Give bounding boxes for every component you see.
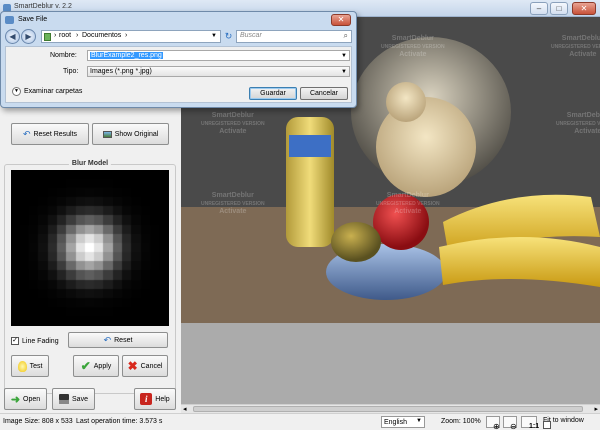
dialog-title-bar: Save File ✕ (1, 12, 356, 28)
minimize-button[interactable]: ‒ (530, 2, 548, 15)
search-input[interactable]: Buscar ⌕ (236, 30, 352, 43)
back-button[interactable]: ◀ (5, 29, 20, 44)
breadcrumb-root[interactable]: root (59, 32, 71, 39)
breadcrumb-sep-icon: › (54, 32, 57, 39)
lightbulb-icon (17, 360, 27, 372)
scrollbar-thumb[interactable] (193, 406, 583, 412)
undo-icon: ↶ (103, 334, 112, 345)
watermark-line1: SmartDeblur (391, 35, 434, 42)
test-button[interactable]: Test (11, 355, 49, 377)
help-button[interactable]: i Help (134, 388, 176, 410)
image-icon (102, 130, 112, 138)
browse-folders-toggle[interactable]: ▼ Examinar carpetas (12, 87, 82, 96)
address-dropdown-icon[interactable]: ▼ (211, 33, 217, 39)
zoom-1to1-button[interactable]: 1:1 (521, 416, 540, 430)
close-button[interactable]: ✕ (572, 2, 596, 15)
watermark: SmartDeblur UNREGISTERED VERSION Activat… (381, 35, 445, 59)
blur-model-canvas[interactable] (11, 170, 169, 326)
dialog-title: Save File (18, 16, 48, 23)
watermark: SmartDeblur UNREGISTERED VERSION Activat… (201, 192, 265, 215)
search-icon: ⌕ (343, 31, 348, 40)
save-label: Save (72, 395, 88, 403)
type-label: Tipo: (63, 68, 79, 75)
magnifier-plus-icon: ⊕ (493, 422, 500, 430)
save-button[interactable]: Save (52, 388, 95, 410)
cancel-dialog-button[interactable]: Cancelar (300, 87, 348, 100)
blur-model-title: Blur Model (68, 160, 112, 167)
show-original-button[interactable]: Show Original (92, 123, 169, 145)
watermark-line2: UNREGISTERED VERSION (381, 44, 445, 50)
floppy-disk-icon (59, 394, 70, 404)
chevron-down-icon: ▼ (341, 69, 347, 75)
checkmark-icon: ✔ (80, 359, 91, 373)
refresh-button[interactable]: ↻ (223, 30, 234, 43)
zoom-1to1-label: 1:1 (529, 423, 540, 430)
forward-button[interactable]: ▶ (21, 29, 36, 44)
image-size-text: Image Size: 808 x 533 (3, 418, 73, 425)
open-label: Open (23, 395, 41, 403)
save-dialog-button[interactable]: Guardar (249, 87, 297, 100)
status-bar: Image Size: 808 x 533 Last operation tim… (0, 413, 600, 430)
line-fading-checkbox[interactable]: ✓ Line Fading (11, 337, 59, 345)
test-label: Test (29, 362, 43, 370)
watermark: SmartDeblur UNREGISTERED VERSION Activat… (551, 35, 600, 58)
horizontal-scrollbar[interactable]: ◂ ▸ (181, 404, 600, 413)
dialog-body: Nombre: BlurExample2_res.png ▼ Tipo: Ima… (5, 46, 352, 103)
reset-results-button[interactable]: ↶ Reset Results (11, 123, 89, 145)
cancel-label: Cancel (140, 362, 163, 370)
watermark: SmartDeblur UNREGISTERED VERSION Activat… (201, 112, 265, 135)
last-operation-text: Last operation time: 3.573 s (76, 418, 163, 425)
name-label: Nombre: (50, 52, 77, 59)
folder-icon (44, 33, 51, 41)
checkbox-unchecked-icon (543, 421, 551, 429)
open-button[interactable]: ➜ Open (4, 388, 47, 410)
apply-button[interactable]: ✔ Apply (73, 355, 119, 377)
filename-field[interactable]: BlurExample2_res.png ▼ (87, 50, 350, 61)
zoom-out-button[interactable]: ⊖ (503, 416, 517, 430)
save-file-dialog: Save File ✕ ◀ ▶ › root › Documentos › ▼ … (0, 11, 357, 108)
cancel-model-button[interactable]: ✖ Cancel (122, 355, 168, 377)
watermark: SmartDeblur UNREGISTERED VERSION Activat… (556, 112, 600, 135)
undo-icon: ↶ (22, 128, 31, 139)
cancel-dialog-label: Cancelar (309, 90, 338, 97)
chevron-down-icon: ▼ (416, 418, 422, 424)
zoom-in-button[interactable]: ⊕ (486, 416, 500, 430)
browse-folders-label: Examinar carpetas (24, 88, 83, 95)
cross-icon: ✖ (127, 359, 138, 373)
language-select[interactable]: English ▼ (381, 416, 425, 428)
chevron-down-icon[interactable]: ▼ (341, 52, 347, 61)
watermark: SmartDeblur UNREGISTERED VERSION Activat… (376, 192, 440, 215)
magnifier-minus-icon: ⊖ (510, 422, 517, 430)
file-type-select[interactable]: Images (*.png *.jpg) ▼ (87, 66, 350, 77)
zoom-text: Zoom: 100% (441, 418, 481, 425)
fit-to-window-checkbox[interactable]: Fit to window (543, 417, 584, 429)
maximize-button[interactable]: □ (550, 2, 568, 15)
reset-label: Reset (114, 336, 133, 344)
info-icon: i (140, 393, 153, 405)
filename-value: BlurExample2_res.png (90, 52, 163, 59)
scroll-right-arrow-icon[interactable]: ▸ (594, 405, 598, 413)
reset-results-label: Reset Results (33, 130, 78, 138)
breadcrumb-sep-icon: › (76, 32, 79, 39)
watermark-line3: Activate (399, 51, 427, 58)
line-fading-label: Line Fading (22, 337, 59, 345)
reset-button[interactable]: ↶ Reset (68, 332, 168, 348)
save-dialog-label: Guardar (260, 90, 286, 97)
chevron-circle-down-icon: ▼ (12, 87, 21, 96)
search-placeholder: Buscar (240, 32, 262, 39)
show-original-label: Show Original (114, 130, 159, 138)
help-label: Help (155, 395, 170, 403)
address-bar[interactable]: › root › Documentos › ▼ (41, 30, 221, 43)
checkbox-checked-icon: ✓ (11, 337, 19, 345)
breadcrumb-sep-icon: › (125, 32, 128, 39)
open-arrow-icon: ➜ (10, 393, 21, 406)
scroll-left-arrow-icon[interactable]: ◂ (183, 405, 187, 413)
language-value: English (384, 419, 407, 426)
dialog-icon (5, 16, 14, 24)
app-title: SmartDeblur v. 2.2 (14, 3, 72, 10)
breadcrumb-documentos[interactable]: Documentos (82, 32, 121, 39)
apply-label: Apply (93, 362, 112, 370)
file-type-value: Images (*.png *.jpg) (90, 68, 152, 75)
dialog-close-button[interactable]: ✕ (331, 14, 351, 26)
